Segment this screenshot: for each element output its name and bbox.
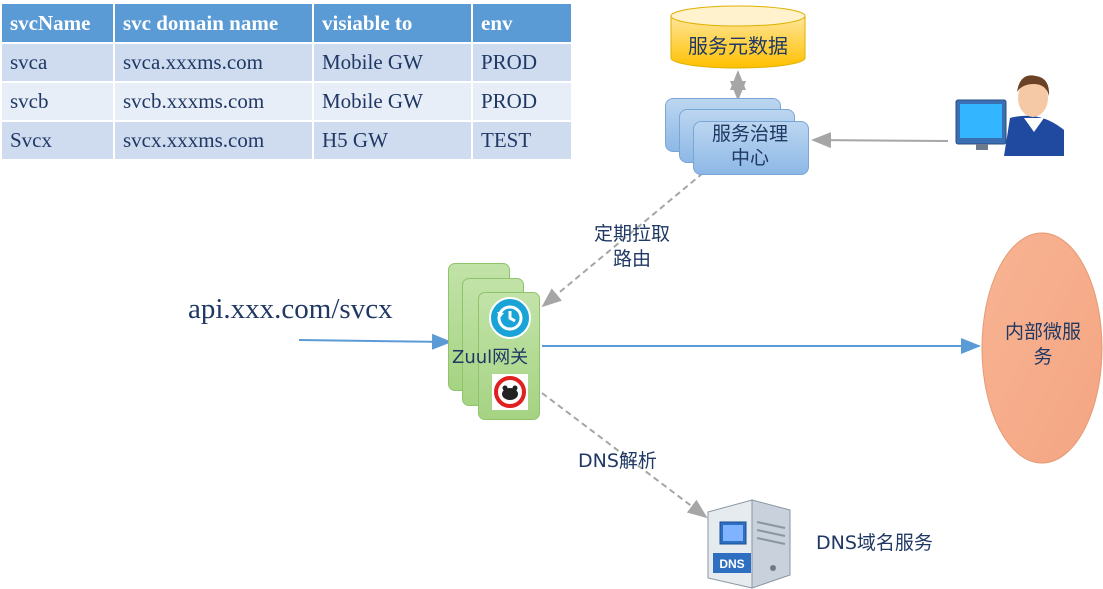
governance-label: 服务治理 中心: [711, 123, 788, 169]
dns-server-icon: DNS: [707, 499, 791, 589]
blocked-face-icon: [492, 374, 528, 410]
user-at-computer-icon: [955, 75, 1064, 156]
history-icon: [489, 297, 531, 339]
dns-resolve-label: DNS解析: [578, 450, 657, 472]
request-url-label: api.xxx.com/svcx: [188, 293, 393, 325]
internal-service-label: 内部微服 务: [1004, 321, 1081, 368]
request-arrow: [298, 333, 452, 350]
dns-badge-text: DNS: [719, 557, 744, 571]
gateway-label: Zuul网关: [452, 347, 529, 368]
metadata-label: 服务元数据: [688, 34, 788, 58]
pull-route-label: 定期拉取 路由: [593, 223, 670, 270]
dns-service-label: DNS域名服务: [816, 532, 933, 554]
admin-arrow: [811, 132, 949, 149]
diagram-canvas: DNS: [298, 5, 1103, 589]
